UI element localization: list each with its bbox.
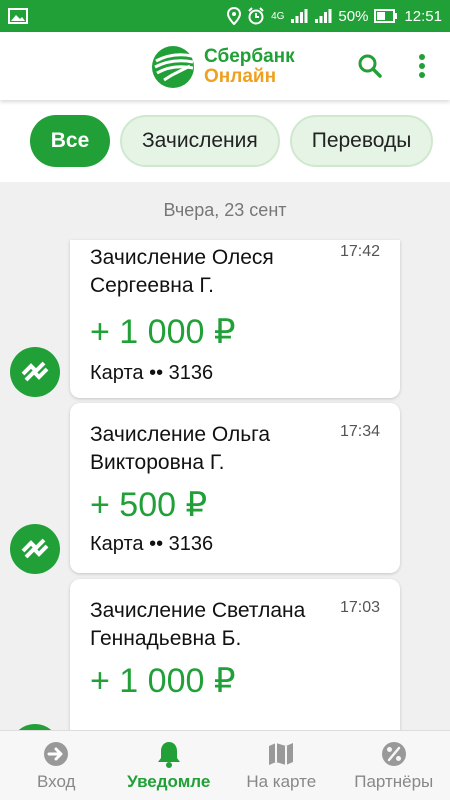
location-icon — [227, 7, 242, 25]
notification-amount: + 1 000 ₽ — [90, 313, 236, 351]
date-separator: Вчера, 23 сент — [163, 200, 287, 220]
clock: 12:51 — [404, 7, 442, 25]
notification-card[interactable]: Зачисление Олеся Сергеевна Г. 17:42 + 1 … — [70, 240, 400, 398]
signal-icon — [290, 8, 308, 24]
notification-account: Карта •• 3136 — [90, 533, 214, 555]
notification-time: 17:34 — [339, 423, 380, 440]
search-icon — [358, 54, 382, 78]
nav-login-label: Вход — [37, 771, 76, 791]
sberbank-logo: Сбербанк Онлайн — [150, 44, 295, 90]
map-icon — [267, 740, 295, 768]
search-button[interactable] — [354, 50, 386, 82]
notification-card[interactable]: Зачисление Ольга Викторовна Г. 17:34 + 5… — [70, 403, 400, 573]
transfer-arrows-icon — [21, 538, 49, 559]
filter-transfers[interactable]: Переводы — [289, 115, 434, 167]
filter-all[interactable]: Все — [30, 115, 110, 167]
logo-text-online: Онлайн — [204, 66, 277, 87]
notification-title: Зачисление Олеся Сергеевна Г. — [90, 246, 274, 297]
nav-notifications-label: Уведомле — [127, 771, 211, 791]
filter-deposits[interactable]: Зачисления — [120, 115, 280, 167]
network-type: 4G — [271, 10, 285, 22]
nav-partners-label: Партнёры — [354, 771, 434, 791]
battery-icon — [374, 9, 398, 23]
more-menu-button[interactable] — [406, 50, 438, 82]
notification-amount: + 500 ₽ — [90, 486, 208, 524]
status-bar: 4G 50% 12:51 — [0, 0, 450, 32]
battery-percent: 50% — [338, 7, 369, 25]
more-vert-icon — [419, 54, 425, 78]
logo-text-sberbank: Сбербанк — [204, 46, 295, 67]
transfer-badge — [10, 347, 60, 397]
signal-icon-2 — [314, 8, 332, 24]
nav-notifications[interactable]: Уведомле — [113, 731, 226, 800]
app-header: Сбербанк Онлайн — [0, 32, 450, 100]
login-icon — [42, 740, 70, 768]
percent-icon — [380, 740, 408, 768]
transfer-arrows-icon — [21, 361, 49, 382]
bottom-navigation: Вход Уведомле На карте Партнёры — [0, 730, 450, 800]
sberbank-logo-icon — [152, 46, 194, 88]
nav-partners[interactable]: Партнёры — [338, 731, 450, 800]
transfer-badge — [10, 524, 60, 574]
notification-amount: + 1 000 ₽ — [90, 662, 236, 700]
notification-title: Зачисление Ольга Викторовна Г. — [90, 423, 271, 474]
bell-icon — [155, 740, 183, 768]
nav-map-label: На карте — [246, 771, 317, 791]
gallery-notification-icon — [8, 8, 28, 24]
nav-login[interactable]: Вход — [0, 731, 113, 800]
notification-time: 17:42 — [339, 243, 380, 260]
filter-tabs: Все Зачисления Переводы — [0, 100, 450, 182]
notification-account: Карта •• 3136 — [90, 362, 214, 384]
notification-time: 17:03 — [339, 599, 380, 616]
notification-title: Зачисление Светлана Геннадьевна Б. — [90, 599, 306, 650]
alarm-icon — [247, 7, 265, 25]
nav-map[interactable]: На карте — [225, 731, 338, 800]
notification-card[interactable]: Зачисление Светлана Геннадьевна Б. 17:03… — [70, 579, 400, 730]
notifications-feed[interactable]: Вчера, 23 сент Зачисление Олеся Сергеевн… — [0, 182, 450, 730]
